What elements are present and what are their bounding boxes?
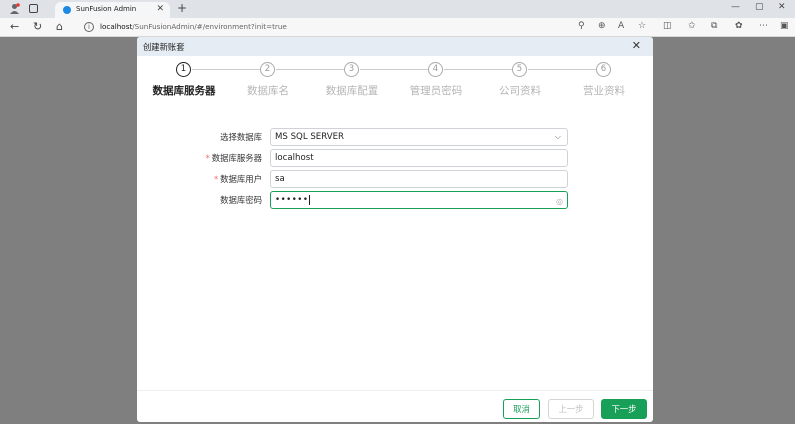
window-close-icon[interactable]: ✕ bbox=[778, 2, 786, 12]
url-text: localhost/SunFusionAdmin/#/environment?i… bbox=[100, 22, 287, 31]
step-connector bbox=[276, 69, 344, 70]
profile-icon[interactable] bbox=[9, 3, 20, 14]
minimize-icon[interactable]: — bbox=[731, 2, 740, 12]
user-input[interactable]: sa bbox=[270, 170, 568, 188]
dialog-close-icon[interactable]: ✕ bbox=[632, 39, 641, 52]
server-label: * 数据库服务器 bbox=[205, 153, 262, 163]
step-6-label: 营业资料 bbox=[583, 85, 625, 97]
eye-icon[interactable]: ◎ bbox=[556, 194, 563, 210]
step-6-circle: 6 bbox=[596, 62, 611, 77]
more-menu-icon[interactable]: ⋯ bbox=[759, 21, 768, 31]
split-screen-icon[interactable]: ◫ bbox=[663, 21, 672, 31]
step-1-label: 数据库服务器 bbox=[152, 85, 216, 97]
step-2-label: 数据库名 bbox=[247, 85, 289, 97]
maximize-icon[interactable]: ▢ bbox=[755, 2, 764, 12]
required-mark: * bbox=[213, 174, 219, 184]
user-label: * 数据库用户 bbox=[213, 174, 262, 184]
db-type-row: 选择数据库 MS SQL SERVER ⌵ bbox=[137, 128, 653, 146]
collections-icon[interactable]: ⧉ bbox=[711, 21, 717, 31]
dialog-header: 创建新账套 ✕ bbox=[137, 37, 653, 56]
address-bar[interactable]: i localhost/SunFusionAdmin/#/environment… bbox=[78, 20, 650, 35]
create-account-dialog: 创建新账套 ✕ 1 2 3 4 5 6 数据库服务器 数据库名 数据库配置 管理… bbox=[137, 37, 653, 422]
password-row: 数据库密码 •••••• ◎ bbox=[137, 191, 653, 209]
home-icon[interactable]: ⌂ bbox=[56, 20, 63, 33]
server-input[interactable]: localhost bbox=[270, 149, 568, 167]
step-2-circle: 2 bbox=[260, 62, 275, 77]
site-info-icon[interactable]: i bbox=[84, 22, 94, 32]
dialog-title: 创建新账套 bbox=[143, 42, 185, 52]
read-aloud-icon[interactable]: A bbox=[618, 21, 624, 31]
browser-tab-strip: SunFusion Admin ✕ + — ▢ ✕ bbox=[0, 0, 795, 18]
sidebar-icon[interactable]: ▣ bbox=[780, 21, 789, 31]
required-mark: * bbox=[205, 153, 210, 163]
step-connector bbox=[444, 69, 512, 70]
db-type-select[interactable]: MS SQL SERVER ⌵ bbox=[270, 128, 568, 146]
step-4-circle: 4 bbox=[428, 62, 443, 77]
server-row: * 数据库服务器 localhost bbox=[137, 149, 653, 167]
tab-close-icon[interactable]: ✕ bbox=[156, 4, 164, 14]
favorites-icon[interactable]: ✩ bbox=[688, 21, 696, 31]
step-3-circle: 3 bbox=[344, 62, 359, 77]
refresh-icon[interactable]: ↻ bbox=[33, 20, 42, 33]
step-1-circle: 1 bbox=[176, 62, 191, 77]
tab-title: SunFusion Admin bbox=[76, 5, 137, 13]
step-connector bbox=[192, 69, 260, 70]
wizard-steps: 1 2 3 4 5 6 数据库服务器 数据库名 数据库配置 管理员密码 公司资料… bbox=[137, 59, 653, 109]
step-5-label: 公司资料 bbox=[499, 85, 541, 97]
password-label: 数据库密码 bbox=[220, 195, 262, 205]
cancel-button[interactable]: 取消 bbox=[503, 399, 540, 419]
db-type-label: 选择数据库 bbox=[220, 132, 262, 142]
server-value: localhost bbox=[275, 153, 314, 163]
new-tab-icon[interactable]: + bbox=[177, 1, 187, 15]
password-value: •••••• bbox=[275, 195, 309, 205]
db-type-value: MS SQL SERVER bbox=[275, 132, 345, 142]
step-4-label: 管理员密码 bbox=[409, 85, 463, 97]
favorite-star-icon[interactable]: ☆ bbox=[638, 21, 646, 31]
step-connector bbox=[528, 69, 596, 70]
step-5-circle: 5 bbox=[512, 62, 527, 77]
password-input[interactable]: •••••• ◎ bbox=[270, 191, 568, 209]
browser-toolbar: ← ↻ ⌂ i localhost/SunFusionAdmin/#/envir… bbox=[0, 18, 795, 37]
zoom-icon[interactable]: ⊕ bbox=[598, 21, 606, 31]
user-row: * 数据库用户 sa bbox=[137, 170, 653, 188]
previous-step-button[interactable]: 上一步 bbox=[548, 399, 594, 419]
site-favicon-icon bbox=[63, 6, 71, 14]
text-caret bbox=[309, 194, 311, 205]
browser-tab[interactable]: SunFusion Admin ✕ bbox=[55, 2, 170, 18]
key-icon[interactable]: ⚲ bbox=[578, 21, 585, 31]
step-connector bbox=[360, 69, 428, 70]
user-value: sa bbox=[275, 174, 285, 184]
step-3-label: 数据库配置 bbox=[325, 85, 379, 97]
dialog-footer: 取消 上一步 下一步 bbox=[137, 390, 653, 422]
tab-actions-icon[interactable] bbox=[29, 4, 38, 13]
back-icon[interactable]: ← bbox=[10, 20, 19, 33]
chevron-down-icon: ⌵ bbox=[554, 132, 561, 141]
next-step-button[interactable]: 下一步 bbox=[601, 399, 647, 419]
extensions-icon[interactable]: ✿ bbox=[735, 21, 743, 31]
